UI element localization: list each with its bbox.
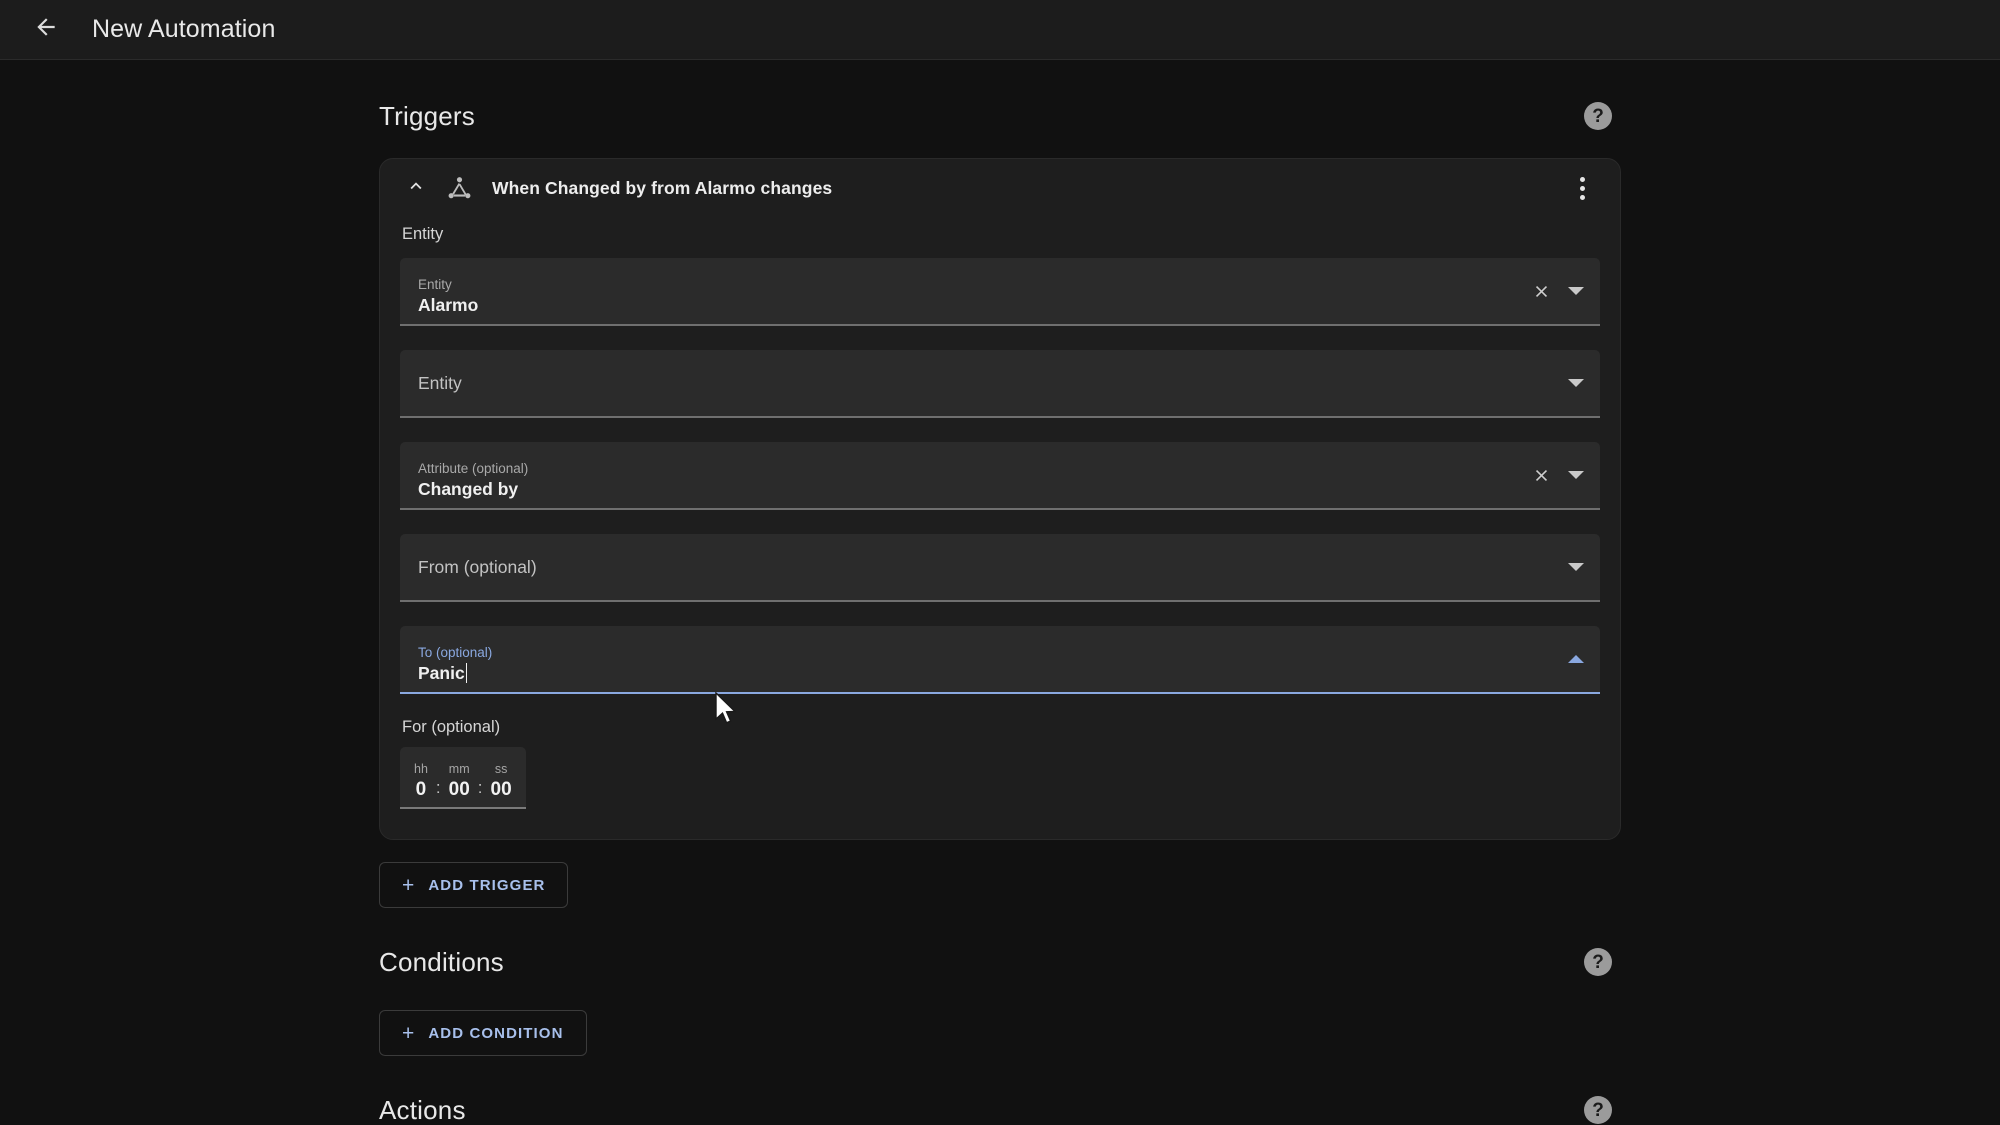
to-field[interactable]: To (optional) Panic	[400, 626, 1600, 694]
entity-field-chevron-down-icon[interactable]	[1568, 287, 1584, 295]
state-trigger-icon	[442, 171, 476, 205]
automation-editor: Triggers ? When Changed by from Alarmo c…	[379, 60, 1621, 1125]
to-field-label: To (optional)	[418, 645, 493, 661]
trigger-overflow-menu-icon[interactable]	[1562, 168, 1602, 208]
from-field[interactable]: From (optional)	[400, 534, 1600, 602]
duration-hours-caption: hh	[414, 762, 428, 777]
attribute-field-chevron-down-icon[interactable]	[1568, 471, 1584, 479]
entity-secondary-field[interactable]: Entity	[400, 350, 1600, 418]
triggers-help-icon[interactable]: ?	[1584, 102, 1612, 130]
duration-minutes[interactable]: mm 00	[449, 762, 470, 801]
trigger-card-header[interactable]: When Changed by from Alarmo changes	[380, 159, 1620, 217]
from-field-placeholder: From (optional)	[418, 556, 537, 577]
duration-hours[interactable]: hh 0	[414, 762, 428, 801]
duration-seconds-value: 00	[490, 779, 512, 801]
actions-section-header: Actions ?	[379, 1084, 1621, 1125]
duration-seconds-caption: ss	[494, 762, 508, 777]
entity-field-clear-icon[interactable]	[1526, 276, 1556, 306]
app-bar: New Automation	[0, 0, 2000, 60]
chevron-up-icon	[405, 175, 427, 202]
add-trigger-button[interactable]: + ADD TRIGGER	[379, 862, 569, 908]
add-condition-button[interactable]: + ADD CONDITION	[379, 1010, 587, 1056]
entity-field[interactable]: Entity Alarmo	[400, 258, 1600, 326]
to-field-text: Panic	[418, 662, 465, 683]
plus-icon: +	[402, 1021, 416, 1045]
trigger-collapse-button[interactable]	[396, 168, 436, 208]
trigger-card: When Changed by from Alarmo changes Enti…	[379, 158, 1621, 840]
attribute-field-label: Attribute (optional)	[418, 461, 529, 477]
page-scroll-area: Triggers ? When Changed by from Alarmo c…	[0, 60, 2000, 1125]
text-cursor	[465, 663, 468, 684]
page-title: New Automation	[92, 15, 276, 43]
add-trigger-label: ADD TRIGGER	[428, 876, 546, 894]
duration-separator-1: :	[435, 777, 441, 797]
conditions-help-icon[interactable]: ?	[1584, 948, 1612, 976]
duration-minutes-value: 00	[448, 779, 470, 801]
to-field-value: Panic	[418, 663, 1568, 684]
actions-help-icon[interactable]: ?	[1584, 1096, 1612, 1124]
duration-separator-2: :	[477, 777, 483, 797]
back-button[interactable]	[22, 6, 70, 54]
plus-icon: +	[402, 873, 416, 897]
arrow-left-icon	[33, 14, 59, 45]
duration-picker[interactable]: hh 0 : mm 00 : ss 00	[400, 747, 526, 809]
conditions-section-header: Conditions ?	[379, 936, 1621, 988]
attribute-field-clear-icon[interactable]	[1526, 460, 1556, 490]
trigger-card-title: When Changed by from Alarmo changes	[492, 177, 833, 198]
entity-group-label: Entity	[402, 225, 444, 243]
to-field-chevron-up-icon[interactable]	[1568, 655, 1584, 663]
actions-heading: Actions	[379, 1094, 466, 1125]
attribute-field-value: Changed by	[418, 478, 519, 499]
duration-hours-value: 0	[415, 779, 427, 801]
entity-secondary-placeholder: Entity	[418, 372, 462, 393]
add-condition-label: ADD CONDITION	[428, 1024, 564, 1042]
duration-minutes-caption: mm	[448, 762, 470, 777]
duration-seconds[interactable]: ss 00	[491, 762, 512, 801]
attribute-field[interactable]: Attribute (optional) Changed by	[400, 442, 1600, 510]
from-field-chevron-down-icon[interactable]	[1568, 563, 1584, 571]
trigger-card-body: Entity Entity Alarmo Entity Attribute (o…	[380, 225, 1620, 809]
entity-field-label: Entity	[418, 277, 452, 293]
triggers-heading: Triggers	[379, 100, 475, 131]
conditions-heading: Conditions	[379, 946, 504, 977]
triggers-section-header: Triggers ?	[379, 90, 1621, 142]
entity-field-value: Alarmo	[418, 294, 479, 315]
for-label: For (optional)	[402, 718, 501, 736]
entity-secondary-chevron-down-icon[interactable]	[1568, 379, 1584, 387]
